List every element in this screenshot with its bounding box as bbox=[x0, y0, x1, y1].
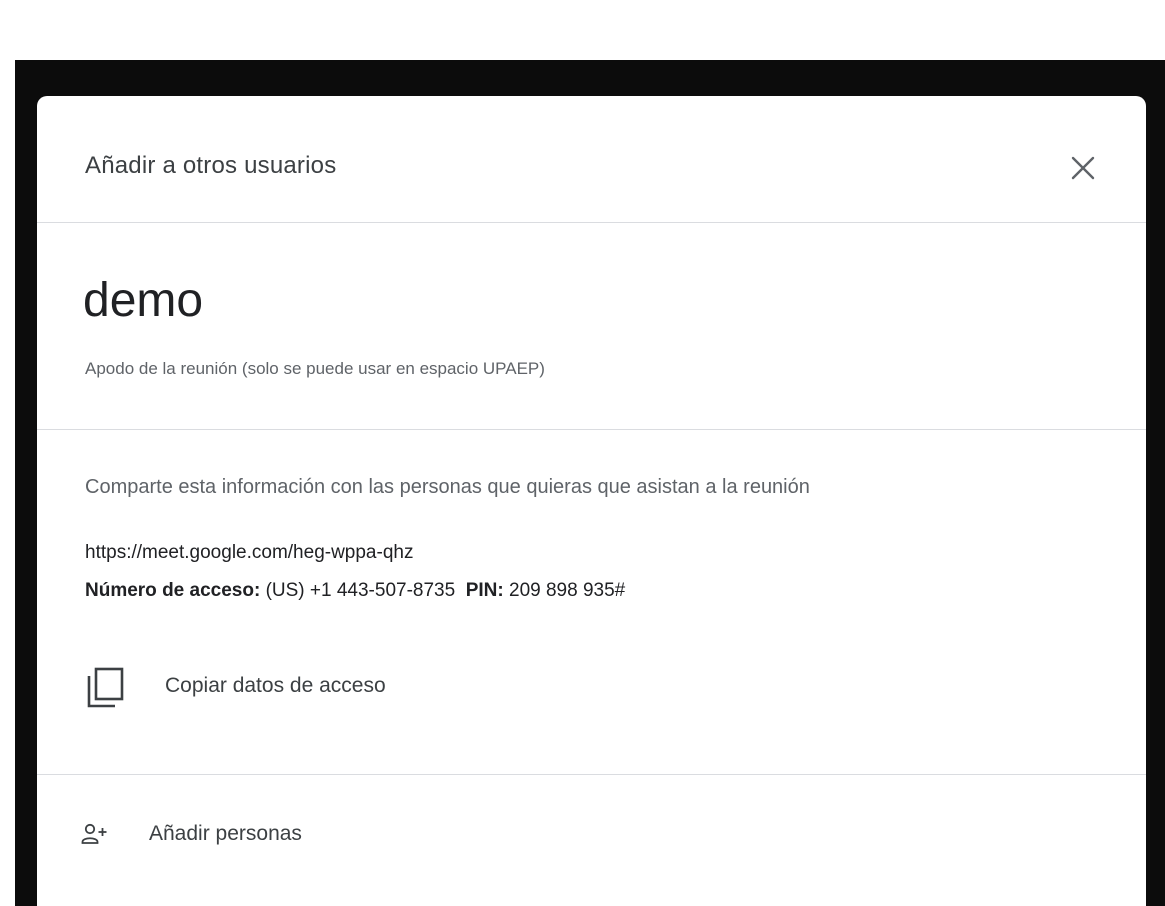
copy-icon bbox=[87, 667, 124, 708]
share-info-section: Comparte esta información con las person… bbox=[37, 430, 1146, 775]
meeting-nickname-section: demo Apodo de la reunión (solo se puede … bbox=[37, 223, 1146, 430]
add-people-label: Añadir personas bbox=[149, 822, 302, 845]
dialog-title: Añadir a otros usuarios bbox=[85, 152, 337, 179]
close-icon bbox=[1071, 156, 1095, 180]
dialog-header: Añadir a otros usuarios bbox=[37, 96, 1146, 223]
access-number: (US) +1 443-507-8735 bbox=[265, 580, 456, 601]
pin-label: PIN: bbox=[465, 580, 504, 601]
copy-access-details-label: Copiar datos de acceso bbox=[165, 674, 386, 697]
dial-in-info: Número de acceso: (US) +1 443-507-8735 P… bbox=[85, 580, 625, 602]
pin-value: 209 898 935# bbox=[509, 580, 626, 601]
add-people-button[interactable]: Añadir personas bbox=[77, 812, 437, 856]
add-users-dialog: Añadir a otros usuarios demo Apodo de la… bbox=[37, 96, 1146, 906]
meeting-link: https://meet.google.com/heg-wppa-qhz bbox=[85, 542, 414, 563]
meeting-nickname: demo bbox=[83, 274, 204, 327]
meeting-nickname-caption: Apodo de la reunión (solo se puede usar … bbox=[85, 359, 545, 378]
access-number-label: Número de acceso: bbox=[85, 580, 261, 601]
share-instructions: Comparte esta información con las person… bbox=[85, 476, 810, 498]
add-person-icon bbox=[81, 823, 107, 844]
close-button[interactable] bbox=[1063, 148, 1103, 188]
copy-access-details-button[interactable]: Copiar datos de acceso bbox=[85, 662, 505, 712]
